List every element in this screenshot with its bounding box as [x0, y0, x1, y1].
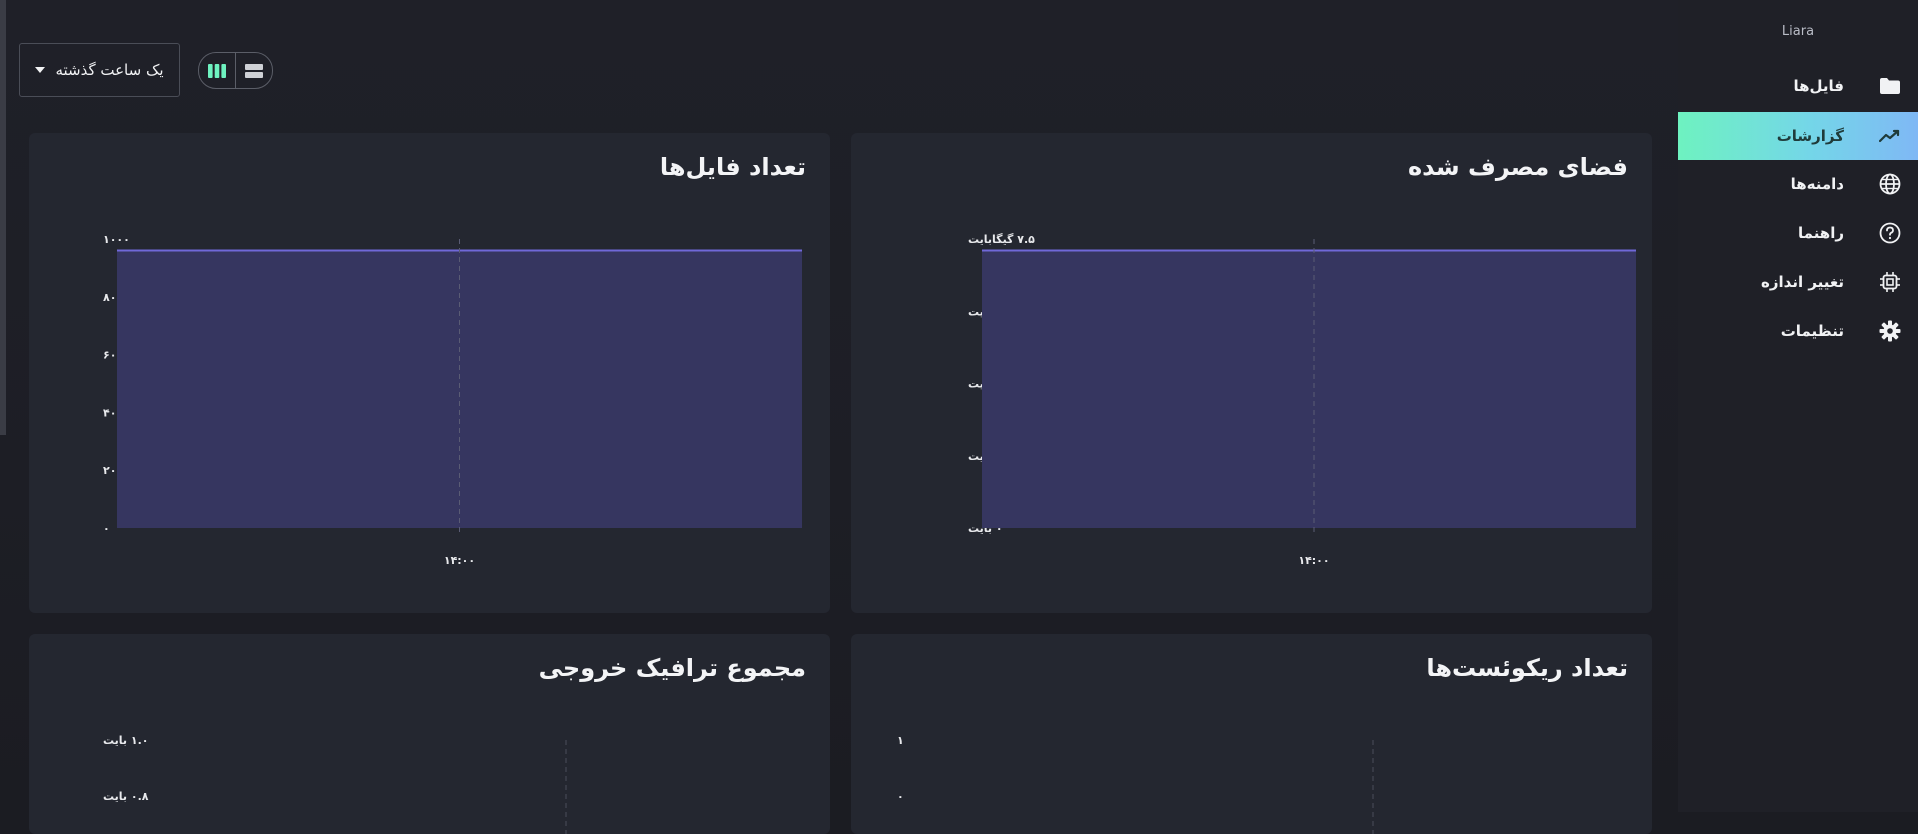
y-tick-label: ۱	[897, 734, 904, 747]
scrollbar[interactable]	[0, 0, 6, 435]
sidebar-item-settings[interactable]: تنظیمات	[1678, 307, 1918, 355]
chart-card-requests: تعداد ریکوئست‌ها ۱۰	[851, 634, 1652, 834]
sidebar-item-label: فایل‌ها	[1793, 77, 1844, 95]
time-range-select[interactable]: یک ساعت گذشته	[19, 43, 180, 97]
caret-down-icon	[35, 67, 46, 73]
chart-card-used-space: فضای مصرف شده ۷.۵ گیگابایت۵.۶ گیگابایت۳.…	[851, 133, 1652, 613]
sidebar-item-label: دامنه‌ها	[1790, 175, 1844, 193]
columns-icon	[208, 63, 226, 78]
sidebar-item-label: راهنما	[1798, 224, 1844, 242]
sidebar-item-domains[interactable]: دامنه‌ها	[1678, 160, 1918, 208]
folder-icon	[1878, 74, 1902, 98]
x-tick-label: ۱۴:۰۰	[1298, 554, 1329, 567]
y-tick-label: ۰.۸ بایت	[103, 790, 149, 803]
brand-name: Liara	[1781, 24, 1815, 39]
chart-file-count: ۱۰۰۰۸۰۰۶۰۰۴۰۰۲۰۰۰۱۴:۰۰	[103, 233, 802, 567]
sidebar-item-label: تنظیمات	[1780, 322, 1844, 340]
chart-outbound-traffic: ۱.۰ بایت ۰.۸ بایت	[103, 734, 567, 834]
layout-toggle[interactable]	[198, 52, 273, 89]
y-tick-label: ۰	[897, 790, 904, 803]
globe-icon	[1878, 172, 1902, 196]
chart-card-file-count: تعداد فایل‌ها ۱۰۰۰ ۸۰۰ ۶۰۰ ۴۰۰ ۲۰۰ ۰ ۱۴:۰۰	[29, 133, 830, 613]
help-circle-icon	[1878, 221, 1902, 245]
chart-card-outbound-traffic: مجموع ترافیک خروجی ۱.۰ بایت ۰.۸ بایت	[29, 634, 830, 834]
y-tick-label: ۱۰۰۰	[103, 233, 130, 246]
rows-icon	[245, 63, 263, 78]
trending-up-icon	[1878, 124, 1902, 148]
x-tick-label: ۱۴:۰۰	[444, 554, 475, 567]
sidebar-item-help[interactable]: راهنما	[1678, 209, 1918, 257]
sidebar-item-files[interactable]: فایل‌ها	[1678, 62, 1918, 110]
series-area	[982, 250, 1636, 528]
y-tick-label: ۷.۵ گیگابایت	[968, 233, 1035, 246]
time-range-label: یک ساعت گذشته	[55, 61, 164, 79]
y-tick-label: ۰	[103, 522, 110, 535]
sidebar-item-label: تغییر اندازه	[1761, 273, 1844, 291]
chart-used-space: ۷.۵ گیگابایت۵.۶ گیگابایت۳.۷ گیگابایت۱.۹ …	[968, 233, 1636, 567]
sidebar: Liara فایل‌ها گزارشات دامنه‌ها راهنما	[1678, 0, 1918, 812]
layout-columns-button[interactable]	[199, 53, 235, 88]
chip-icon	[1878, 270, 1902, 294]
main-content: یک ساعت گذشته فضای مصرف شده ۷.۵ گیگابایت…	[0, 0, 1678, 834]
layout-rows-button[interactable]	[235, 53, 272, 88]
gear-icon	[1878, 319, 1902, 343]
sidebar-item-label: گزارشات	[1776, 127, 1844, 145]
chart-requests: ۱۰	[897, 734, 1374, 834]
y-tick-label: ۱.۰ بایت	[103, 734, 148, 747]
sidebar-item-reports[interactable]: گزارشات	[1678, 112, 1918, 160]
sidebar-item-resize[interactable]: تغییر اندازه	[1678, 258, 1918, 306]
